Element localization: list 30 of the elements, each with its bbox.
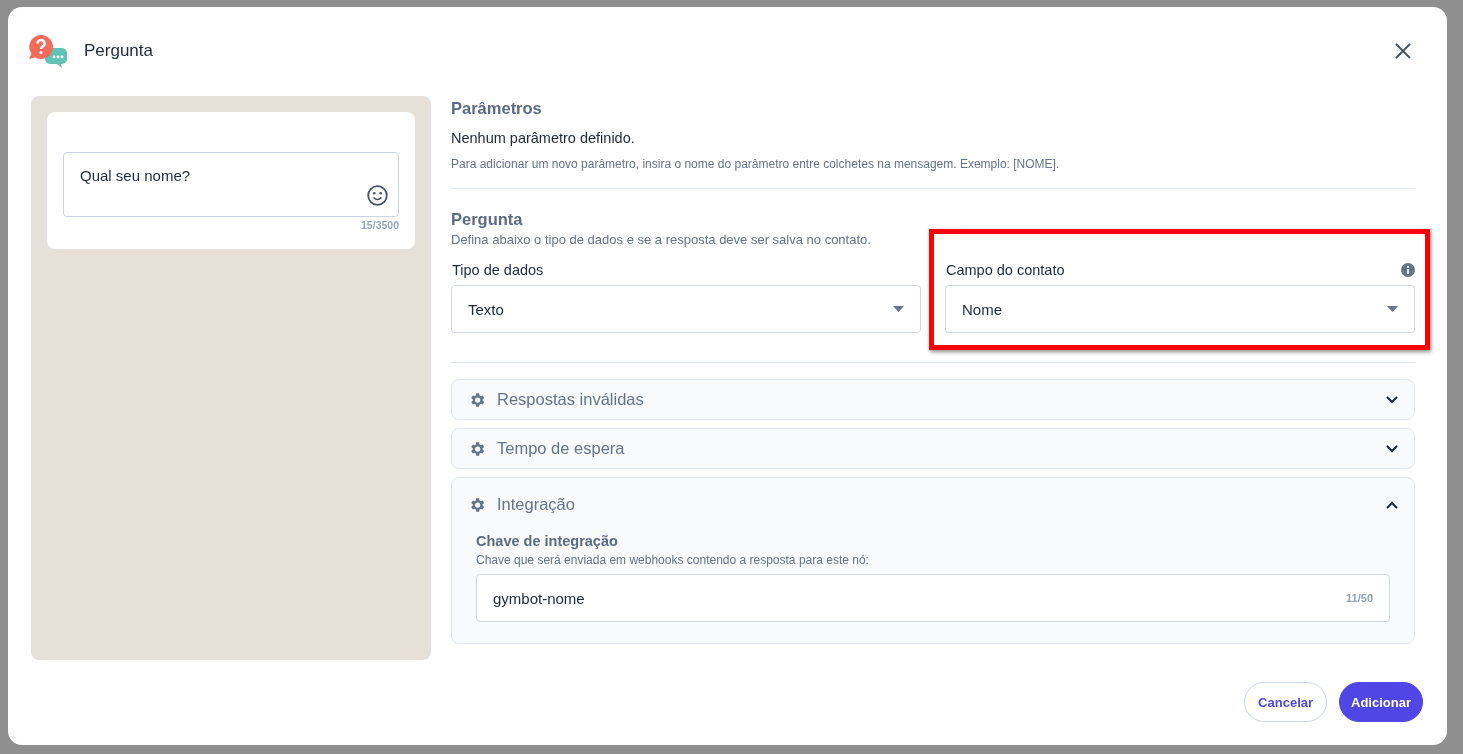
section-description: Defina abaixo o tipo de dados e se a resposta deve ser salva no contato.	[451, 232, 872, 247]
character-counter: 11/50	[1346, 592, 1373, 604]
parameters-status: Nenhum parâmetro definido.	[451, 130, 636, 146]
input-field[interactable]: gymbot-nome 11/50	[476, 574, 1390, 622]
character-counter: 15/3500	[360, 219, 399, 231]
field-label: Tipo de dados	[451, 262, 544, 278]
field-label: Campo do contato	[945, 262, 1065, 278]
dropdown[interactable]: Texto	[451, 285, 921, 333]
accordion-header[interactable]: Tempo de espera	[452, 429, 1414, 468]
info-icon[interactable]	[1401, 263, 1415, 277]
dialog-title: Pergunta	[84, 41, 154, 61]
caret-icon	[1387, 306, 1398, 312]
close-icon[interactable]	[1395, 43, 1411, 59]
chevron-down-icon	[1386, 444, 1398, 453]
field-label: Chave de integração	[476, 533, 619, 549]
emoji-icon[interactable]	[367, 185, 388, 206]
cancel-button[interactable]: Cancelar	[1244, 682, 1328, 722]
chevron-up-icon	[1386, 500, 1398, 509]
accordion-header[interactable]: Respostas inválidas	[452, 380, 1414, 419]
field-description: Chave que será enviada em webhooks contendo a resposta para este nó:	[476, 553, 870, 567]
add-button[interactable]: Adicionar	[1339, 682, 1423, 722]
chevron-down-icon	[1386, 395, 1398, 404]
accordion-header[interactable]: Integração	[452, 478, 1414, 531]
parameters-hint: Para adicionar um novo parâmetro, insira o nome do parâmetro entre colchetes na mensagem. Exemplo: [NOME].	[451, 157, 1061, 171]
message-input[interactable]: Qual seu nome?	[63, 152, 399, 217]
dropdown[interactable]: Nome	[945, 285, 1415, 333]
caret-icon	[893, 306, 904, 312]
section-heading: Pergunta	[451, 210, 524, 229]
question-chat-icon	[28, 34, 68, 68]
section-heading: Parâmetros	[451, 99, 543, 118]
